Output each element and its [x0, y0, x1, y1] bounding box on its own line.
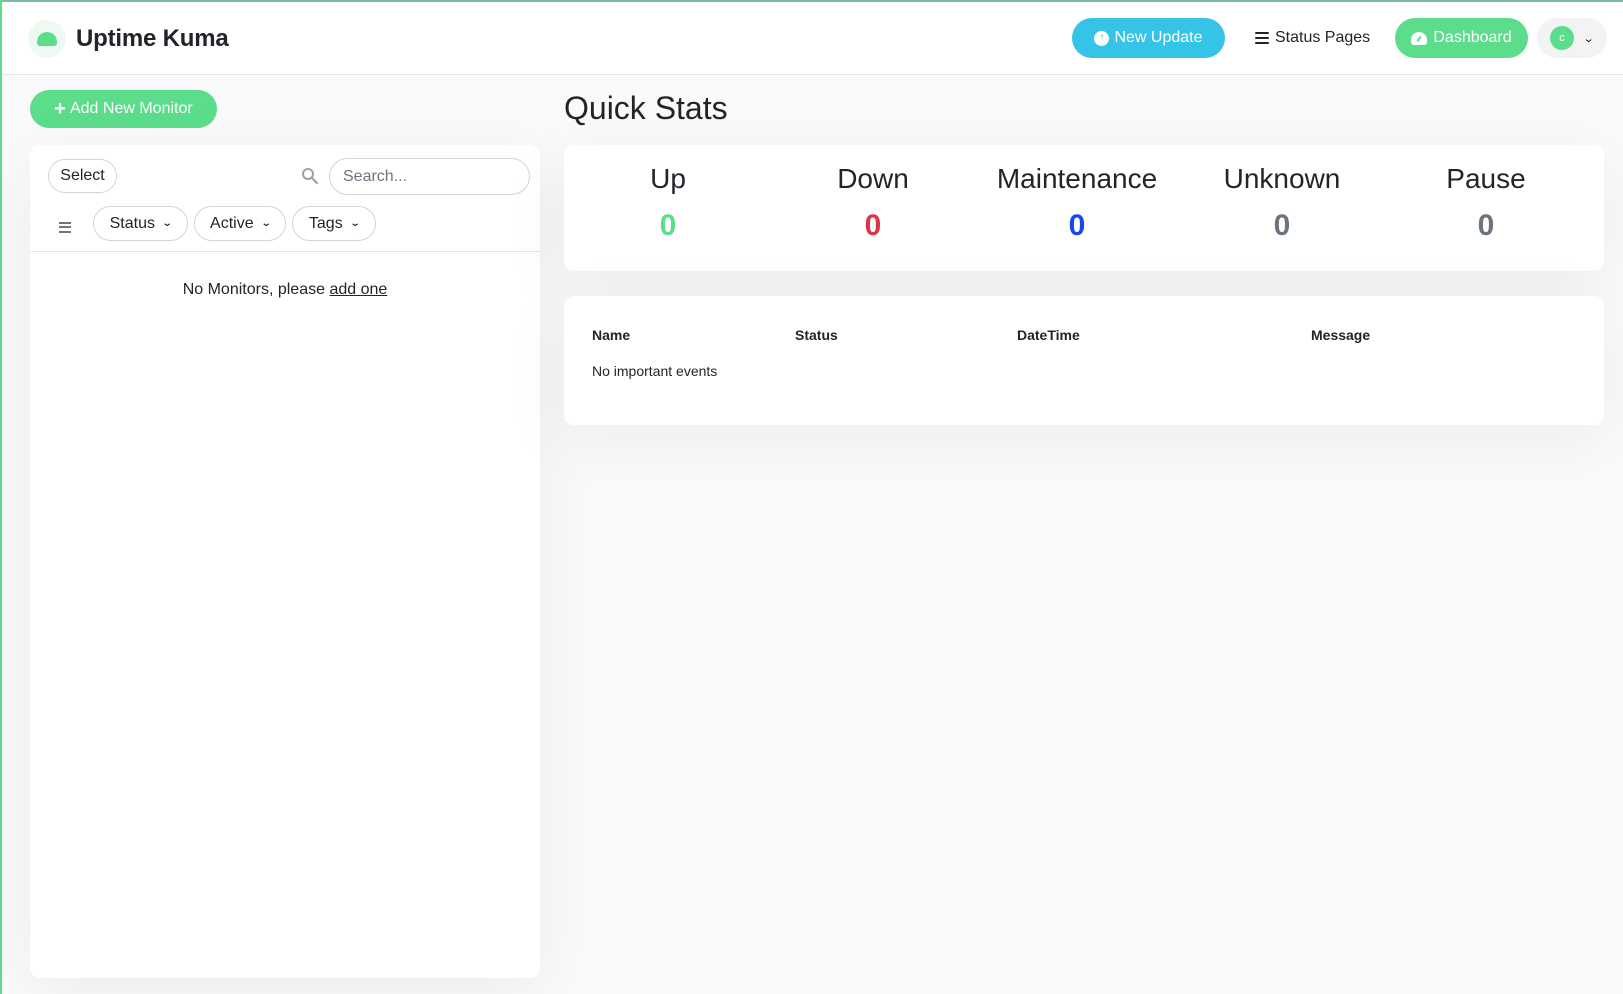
- column-header-datetime: DateTime: [1017, 327, 1080, 343]
- search-icon: [302, 168, 319, 185]
- plus-icon: +: [54, 98, 66, 120]
- stat-label: Down: [837, 163, 909, 194]
- chevron-down-icon: ⌄: [260, 218, 272, 229]
- stat-maintenance: Maintenance 0: [977, 163, 1177, 243]
- gauge-icon: [1411, 31, 1428, 45]
- page-title: Quick Stats: [564, 90, 728, 126]
- filter-status-dropdown[interactable]: Status ⌄: [93, 206, 188, 241]
- chevron-down-icon: ⌄: [1582, 32, 1595, 45]
- brand[interactable]: Uptime Kuma: [28, 20, 229, 58]
- top-navbar: Uptime Kuma ↑ New Update Status Pages Da…: [2, 2, 1623, 75]
- column-header-status: Status: [795, 327, 838, 343]
- stat-up: Up 0: [568, 163, 768, 243]
- status-pages-link[interactable]: Status Pages: [1255, 18, 1370, 58]
- chevron-down-icon: ⌄: [161, 218, 173, 229]
- select-button[interactable]: Select: [48, 159, 117, 193]
- app-title: Uptime Kuma: [76, 25, 229, 52]
- important-events-table: Name Status DateTime Message No importan…: [564, 296, 1604, 425]
- monitor-list-panel: Select Status ⌄ Active ⌄ Tags ⌄ No Monit…: [30, 145, 540, 978]
- add-new-monitor-label: Add New Monitor: [69, 100, 193, 117]
- search-input[interactable]: [329, 158, 530, 195]
- column-header-name: Name: [592, 327, 631, 343]
- select-label: Select: [60, 167, 105, 184]
- filter-tags-label: Tags: [308, 214, 343, 232]
- dashboard-label: Dashboard: [1433, 29, 1512, 46]
- stat-value: 0: [659, 209, 677, 242]
- empty-monitor-message: No Monitors, please add one: [30, 281, 540, 299]
- add-one-link[interactable]: add one: [329, 281, 387, 298]
- add-new-monitor-button[interactable]: + Add New Monitor: [30, 90, 217, 128]
- select-mode-toggle-icon[interactable]: [59, 219, 71, 235]
- new-update-button[interactable]: ↑ New Update: [1072, 18, 1225, 58]
- stat-label: Up: [650, 163, 686, 194]
- filter-active-dropdown[interactable]: Active ⌄: [194, 206, 286, 241]
- list-icon: [1255, 29, 1269, 47]
- avatar: c: [1550, 26, 1574, 50]
- filter-status-label: Status: [109, 214, 155, 232]
- stat-down: Down 0: [773, 163, 973, 243]
- chevron-down-icon: ⌄: [349, 218, 361, 229]
- arrow-up-circle-icon: ↑: [1094, 30, 1110, 46]
- empty-monitor-text: No Monitors, please: [182, 281, 325, 298]
- stat-value: 0: [864, 209, 882, 242]
- stat-value: 0: [1273, 209, 1291, 242]
- column-header-message: Message: [1311, 327, 1371, 343]
- status-pages-label: Status Pages: [1275, 29, 1371, 46]
- filter-tags-dropdown[interactable]: Tags ⌄: [292, 206, 376, 241]
- uptime-kuma-logo-icon: [28, 20, 66, 58]
- no-events-message: No important events: [592, 363, 718, 379]
- stat-value: 0: [1477, 209, 1495, 242]
- stat-label: Maintenance: [996, 163, 1158, 194]
- stat-pause: Pause 0: [1386, 163, 1586, 243]
- new-update-label: New Update: [1114, 29, 1203, 46]
- stat-label: Pause: [1446, 163, 1526, 194]
- dashboard-button[interactable]: Dashboard: [1395, 18, 1528, 58]
- stat-unknown: Unknown 0: [1182, 163, 1382, 243]
- divider: [30, 251, 540, 252]
- filter-active-label: Active: [210, 214, 254, 232]
- stat-label: Unknown: [1223, 163, 1341, 194]
- stat-value: 0: [1068, 209, 1086, 242]
- quick-stats-card: Up 0 Down 0 Maintenance 0 Unknown 0 Paus…: [564, 145, 1604, 271]
- profile-dropdown[interactable]: c ⌄: [1537, 18, 1607, 58]
